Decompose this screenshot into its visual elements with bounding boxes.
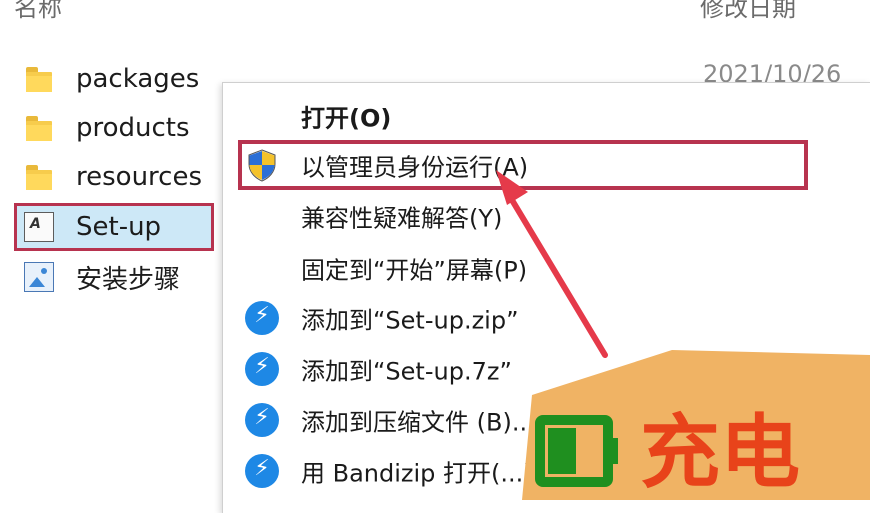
watermark-text: 充电: [640, 406, 800, 499]
charging-watermark: 充电: [522, 350, 870, 500]
